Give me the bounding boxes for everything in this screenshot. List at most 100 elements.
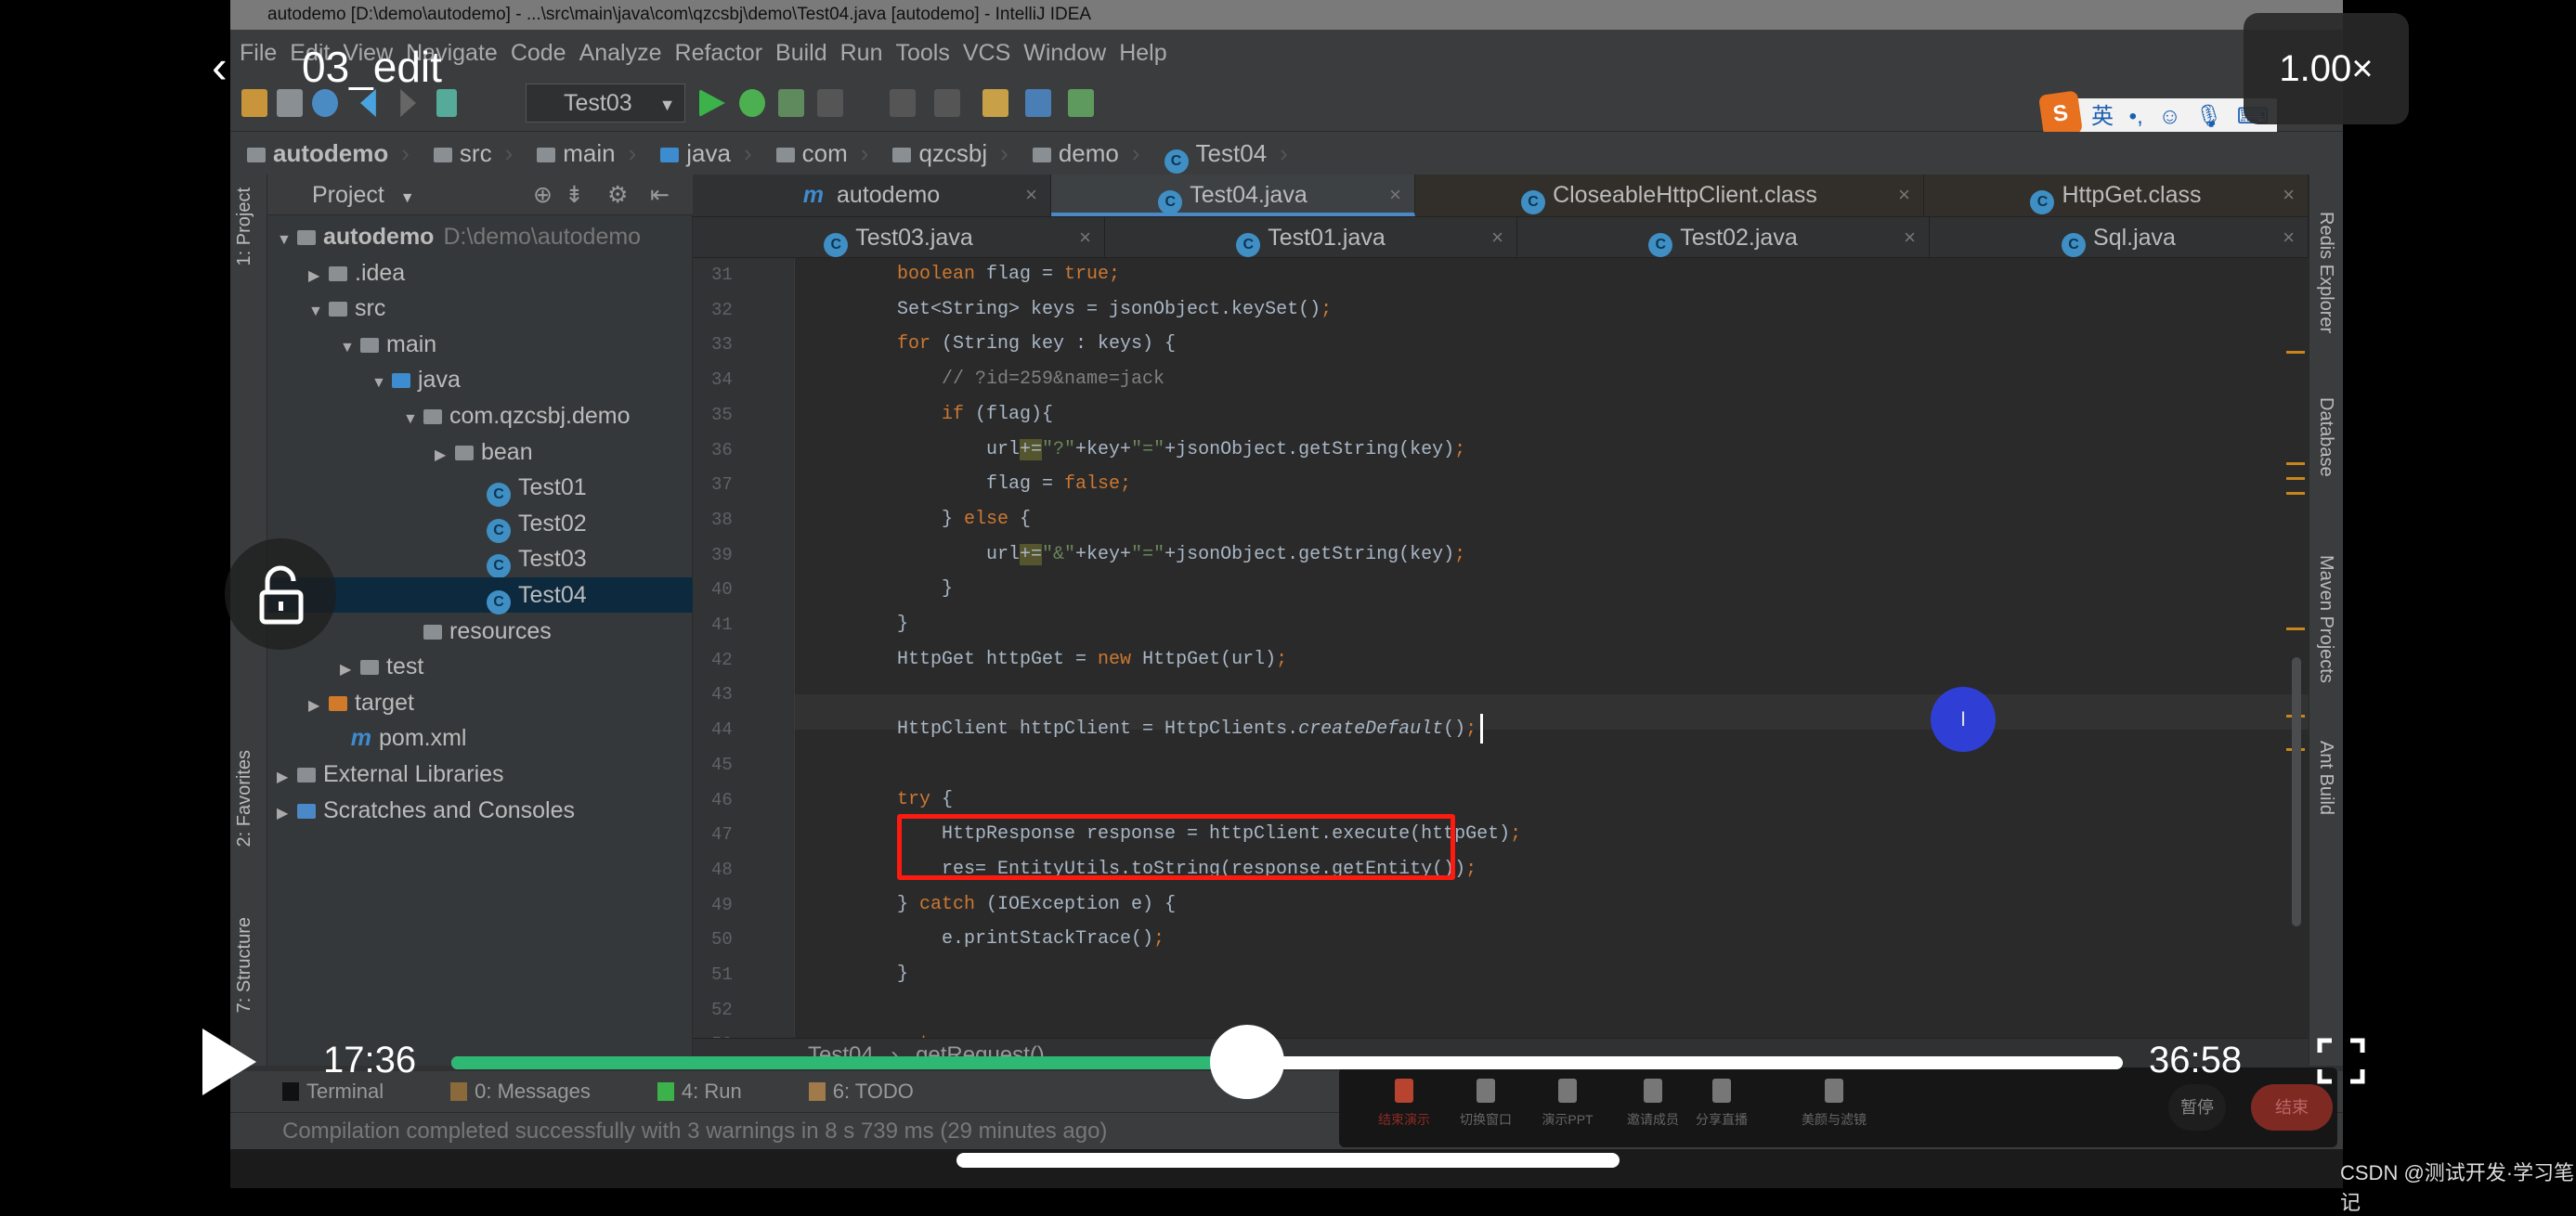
close-icon[interactable]: × — [1491, 217, 1503, 258]
tool-strip-2[interactable]: 7: Structure — [234, 917, 255, 1013]
tree-item[interactable]: C Test02 — [267, 506, 693, 543]
menu-tools[interactable]: Tools — [895, 40, 949, 66]
expanded-arrow-icon[interactable]: ▼ — [403, 402, 423, 437]
code-line[interactable]: url+="?"+key+"="+jsonObject.getString(ke… — [986, 433, 1465, 467]
tool-strip-1[interactable]: 2: Favorites — [234, 750, 255, 847]
pause-button[interactable]: 暂停 — [2168, 1084, 2226, 1131]
breadcrumb-item[interactable]: demo › — [1032, 132, 1140, 175]
tree-item[interactable]: m pom.xml — [267, 720, 693, 756]
chevron-down-icon[interactable]: ▼ — [400, 190, 415, 206]
tree-item[interactable]: ▶ test — [267, 649, 693, 684]
meeting-item[interactable]: 切换窗口 — [1449, 1079, 1523, 1129]
right-tool-2[interactable]: Maven Projects — [2315, 555, 2336, 683]
tool-window-2[interactable]: 4: Run — [657, 1080, 775, 1103]
code-line[interactable]: if (flag){ — [942, 398, 1053, 432]
menu-build[interactable]: Build — [775, 40, 827, 66]
tool-strip-0[interactable]: 1: Project — [234, 188, 255, 265]
update-icon[interactable] — [890, 89, 916, 117]
push-icon[interactable] — [934, 89, 960, 117]
editor-tab[interactable]: m autodemo × — [693, 175, 1051, 216]
close-icon[interactable]: × — [1904, 217, 1916, 258]
tree-item[interactable]: ▼ com.qzcsbj.demo — [267, 398, 693, 433]
ime-mode[interactable]: 英 — [2091, 104, 2114, 129]
menu-window[interactable]: Window — [1023, 40, 1106, 66]
collapsed-arrow-icon[interactable]: ▶ — [308, 259, 329, 294]
code-line[interactable]: // ?id=259&name=jack — [942, 363, 1164, 396]
editor-tab[interactable]: C Test02.java × — [1517, 217, 1930, 257]
back-button[interactable]: ‹ — [212, 41, 249, 93]
open-icon[interactable] — [241, 89, 267, 117]
code-editor[interactable]: 31 32 33 34 35 36 37 38 39 40 41 42 43 44 45 46 47 48 49 50… — [693, 258, 2309, 1054]
right-tool-1[interactable]: Database — [2315, 397, 2336, 477]
tree-item[interactable]: ▶ target — [267, 685, 693, 720]
breadcrumb-item[interactable]: java › — [660, 132, 752, 175]
lock-screen-button[interactable] — [225, 538, 336, 650]
tree-item[interactable]: ▶ External Libraries — [267, 757, 693, 792]
progress-knob[interactable] — [1209, 1025, 1284, 1099]
progress-bar[interactable] — [451, 1025, 2123, 1099]
locate-icon[interactable]: ⊕ — [533, 175, 553, 215]
editor-tab[interactable]: C CloseableHttpClient.class × — [1415, 175, 1924, 216]
collapsed-arrow-icon[interactable]: ▶ — [277, 760, 297, 796]
run-config-select[interactable]: Test03 ▼ — [526, 84, 685, 123]
meeting-item[interactable]: 美颜与滤镜 — [1783, 1079, 1885, 1129]
code-line[interactable]: url+="&"+key+"="+jsonObject.getString(ke… — [986, 538, 1465, 572]
project-structure-icon[interactable] — [1025, 89, 1051, 117]
tool-window-0[interactable]: Terminal — [282, 1080, 417, 1103]
breadcrumb-item[interactable]: C Test04 › — [1164, 132, 1288, 175]
breadcrumb-item[interactable]: main › — [537, 132, 636, 175]
editor-tab[interactable]: C HttpGet.class × — [1924, 175, 2309, 216]
menu-refactor[interactable]: Refactor — [675, 40, 762, 66]
editor-tab[interactable]: C Test01.java × — [1105, 217, 1517, 257]
tree-item[interactable]: ▶ bean — [267, 434, 693, 470]
code-line[interactable]: Set<String> keys = jsonObject.keySet(); — [897, 293, 1332, 327]
settings-wrench-icon[interactable] — [982, 89, 1008, 117]
close-icon[interactable]: × — [1079, 217, 1091, 258]
run-icon[interactable] — [699, 89, 725, 117]
collapsed-arrow-icon[interactable]: ▶ — [340, 653, 360, 688]
save-icon[interactable] — [277, 89, 303, 117]
menu-vcs[interactable]: VCS — [963, 40, 1010, 66]
code-line[interactable]: HttpClient httpClient = HttpClients.crea… — [897, 713, 1484, 746]
expanded-arrow-icon[interactable]: ▼ — [277, 223, 297, 258]
ime-toolbar[interactable]: S 英 •, ☺ 🎙 ⌨ — [2038, 90, 2277, 138]
tree-item[interactable]: ▼ main — [267, 327, 693, 362]
menu-help[interactable]: Help — [1119, 40, 1166, 66]
project-view-select[interactable]: Project — [312, 182, 384, 208]
code-line[interactable]: } — [897, 608, 908, 641]
collapsed-arrow-icon[interactable]: ▶ — [277, 796, 297, 832]
gear-icon[interactable]: ⚙ — [607, 175, 628, 215]
editor-tab[interactable]: C Sql.java × — [1930, 217, 2309, 257]
close-icon[interactable]: × — [1025, 175, 1037, 215]
coverage-icon[interactable] — [778, 89, 804, 117]
editor-tab[interactable]: C Test04.java × — [1051, 175, 1415, 216]
emoji-icon[interactable]: ☺ — [2158, 104, 2181, 129]
sdk-icon[interactable] — [1068, 89, 1094, 117]
end-button[interactable]: 结束 — [2251, 1084, 2333, 1131]
code-line[interactable]: try { — [897, 783, 953, 817]
ime-punct[interactable]: •, — [2129, 104, 2143, 129]
sync-icon[interactable] — [312, 89, 338, 117]
tool-window-1[interactable]: 0: Messages — [450, 1080, 624, 1103]
expanded-arrow-icon[interactable]: ▼ — [340, 330, 360, 366]
meeting-item[interactable]: 分享直播 — [1685, 1079, 1759, 1129]
tree-item[interactable]: C Test01 — [267, 470, 693, 508]
code-line[interactable]: } — [942, 573, 953, 606]
breadcrumb-item[interactable]: com › — [775, 132, 868, 175]
play-button[interactable] — [202, 1028, 256, 1095]
tree-item[interactable]: ▼ autodemo D:\demo\autodemo — [267, 219, 693, 254]
forward-icon[interactable] — [400, 89, 416, 117]
menu-run[interactable]: Run — [840, 40, 883, 66]
back-icon[interactable] — [360, 89, 376, 117]
close-icon[interactable]: × — [1389, 175, 1401, 215]
collapsed-arrow-icon[interactable]: ▶ — [435, 438, 455, 473]
microphone-icon[interactable]: 🎙 — [2195, 104, 2223, 129]
menu-analyze[interactable]: Analyze — [579, 40, 662, 66]
right-tool-0[interactable]: Redis Explorer — [2315, 212, 2336, 333]
tree-item[interactable]: ▶ Scratches and Consoles — [267, 793, 693, 828]
meeting-item[interactable]: 结束演示 — [1367, 1079, 1441, 1129]
code-line[interactable]: flag = false; — [986, 468, 1131, 501]
hide-panel-icon[interactable]: ⇤ — [650, 175, 670, 215]
expanded-arrow-icon[interactable]: ▼ — [308, 294, 329, 330]
stop-icon[interactable] — [817, 89, 843, 117]
